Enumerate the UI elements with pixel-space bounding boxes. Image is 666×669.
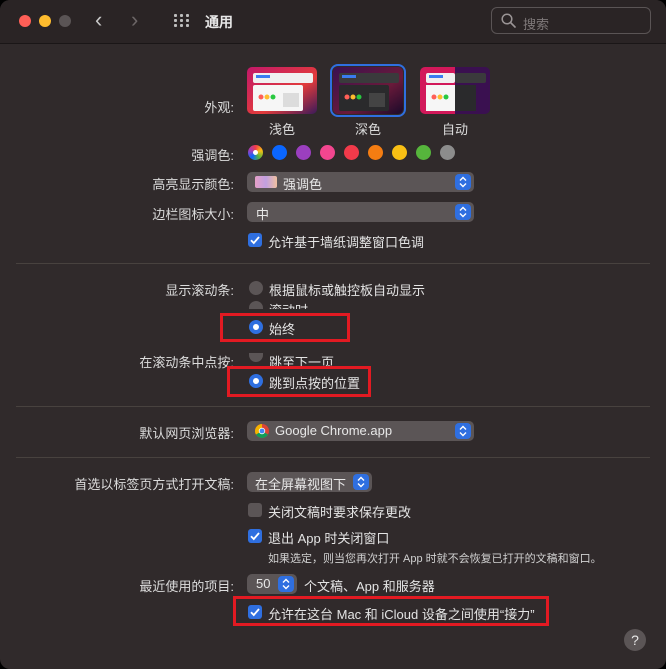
recent-items-label: 最近使用的项目:	[139, 579, 234, 594]
chevron-updown-icon	[353, 474, 369, 490]
accent-graphite-swatch[interactable]	[440, 145, 455, 160]
close-windows-label: 退出 App 时关闭窗口	[268, 531, 390, 546]
show-all-grid-icon[interactable]	[174, 14, 190, 28]
section-divider	[16, 406, 650, 407]
window-title: 通用	[205, 14, 233, 30]
prefer-tabs-value: 在全屏幕视图下	[255, 477, 347, 492]
prefer-tabs-popup[interactable]: 在全屏幕视图下	[247, 472, 372, 492]
zoom-window-button[interactable]	[59, 15, 71, 27]
close-window-button[interactable]	[19, 15, 31, 27]
accent-red-swatch[interactable]	[344, 145, 359, 160]
accent-color-label: 强调色:	[191, 148, 234, 163]
highlight-color-sample	[255, 176, 277, 188]
sidebar-icon-size-value: 中	[256, 207, 270, 222]
annotation-highlight-box	[220, 313, 350, 342]
recent-items-popup[interactable]: 50	[247, 574, 297, 594]
chevron-updown-icon	[455, 204, 471, 220]
accent-orange-swatch[interactable]	[368, 145, 383, 160]
search-icon	[501, 13, 516, 28]
accent-yellow-swatch[interactable]	[392, 145, 407, 160]
scroll-click-next-page-label: 跳至下一页	[269, 355, 335, 366]
section-divider	[16, 457, 650, 458]
sidebar-icon-size-label: 边栏图标大小:	[152, 207, 234, 222]
search-placeholder: 搜索	[523, 17, 550, 32]
highlight-color-value: 强调色	[283, 177, 323, 192]
section-divider	[16, 263, 650, 264]
appearance-dark-label: 深色	[354, 122, 381, 137]
default-browser-label: 默认网页浏览器:	[139, 426, 234, 441]
search-field[interactable]: 搜索	[491, 7, 651, 34]
appearance-label: 外观:	[204, 100, 234, 115]
annotation-highlight-box	[233, 596, 549, 626]
annotation-highlight-box	[227, 366, 371, 397]
highlight-color-label: 高亮显示颜色:	[152, 177, 234, 192]
scroll-click-label: 在滚动条中点按:	[139, 355, 234, 370]
recent-items-value: 50	[256, 576, 271, 591]
highlight-color-popup[interactable]: 强调色	[247, 172, 474, 192]
scrollbars-when-scrolling-radio[interactable]	[249, 301, 263, 309]
close-windows-checkbox[interactable]	[248, 529, 262, 543]
accent-blue-swatch[interactable]	[272, 145, 287, 160]
chevron-updown-icon	[278, 576, 294, 592]
scroll-click-next-page-radio[interactable]	[249, 353, 263, 362]
prefer-tabs-label: 首选以标签页方式打开文稿:	[74, 477, 234, 492]
scrollbars-automatic-radio[interactable]	[249, 281, 263, 295]
default-browser-popup[interactable]: Google Chrome.app	[247, 421, 474, 441]
appearance-auto-label: 自动	[441, 122, 468, 137]
default-browser-value: Google Chrome.app	[275, 423, 393, 438]
back-chevron-icon[interactable]: ‹	[95, 9, 115, 32]
appearance-auto-thumbnail[interactable]	[420, 67, 490, 114]
preferences-window: ‹ › 通用 搜索 外观: 浅色 深色 自动 强调色: 高亮显示颜色: 强调色 …	[0, 0, 666, 669]
recent-items-suffix: 个文稿、App 和服务器	[304, 579, 435, 594]
scrollbars-automatic-label: 根据鼠标或触控板自动显示	[269, 283, 426, 298]
show-scrollbars-label: 显示滚动条:	[165, 283, 234, 298]
appearance-light-thumbnail[interactable]	[247, 67, 317, 114]
appearance-light-label: 浅色	[268, 122, 295, 137]
appearance-dark-thumbnail[interactable]	[330, 64, 406, 117]
sidebar-icon-size-popup[interactable]: 中	[247, 202, 474, 222]
chrome-icon	[255, 424, 269, 438]
accent-green-swatch[interactable]	[416, 145, 431, 160]
wallpaper-tint-checkbox[interactable]	[248, 233, 262, 247]
scrollbars-when-scrolling-label: 滚动时	[269, 300, 308, 309]
close-windows-note: 如果选定，则当您再次打开 App 时就不会恢复已打开的文稿和窗口。	[268, 553, 602, 565]
forward-chevron-icon[interactable]: ›	[131, 9, 151, 32]
title-bar: ‹ › 通用 搜索	[0, 0, 666, 44]
chevron-updown-icon	[455, 423, 471, 439]
chevron-updown-icon	[455, 174, 471, 190]
accent-purple-swatch[interactable]	[296, 145, 311, 160]
ask-save-label: 关闭文稿时要求保存更改	[268, 505, 412, 520]
minimize-window-button[interactable]	[39, 15, 51, 27]
accent-pink-swatch[interactable]	[320, 145, 335, 160]
accent-multicolor-swatch[interactable]	[248, 145, 263, 160]
help-button[interactable]: ?	[624, 629, 646, 651]
wallpaper-tint-label: 允许基于墙纸调整窗口色调	[268, 235, 425, 250]
ask-save-checkbox[interactable]	[248, 503, 262, 517]
